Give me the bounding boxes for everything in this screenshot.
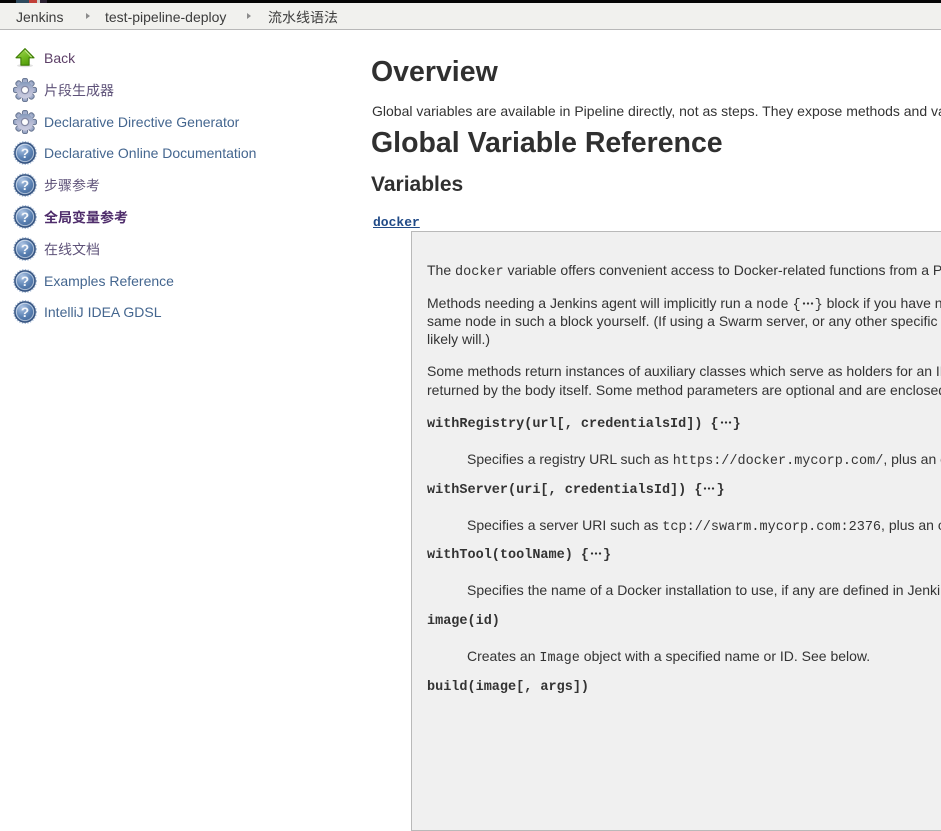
svg-text:?: ? (21, 274, 29, 289)
svg-text:?: ? (21, 178, 29, 193)
svg-text:?: ? (21, 146, 29, 161)
svg-text:?: ? (21, 210, 29, 225)
svg-text:?: ? (21, 305, 29, 320)
svg-text:?: ? (21, 242, 29, 257)
